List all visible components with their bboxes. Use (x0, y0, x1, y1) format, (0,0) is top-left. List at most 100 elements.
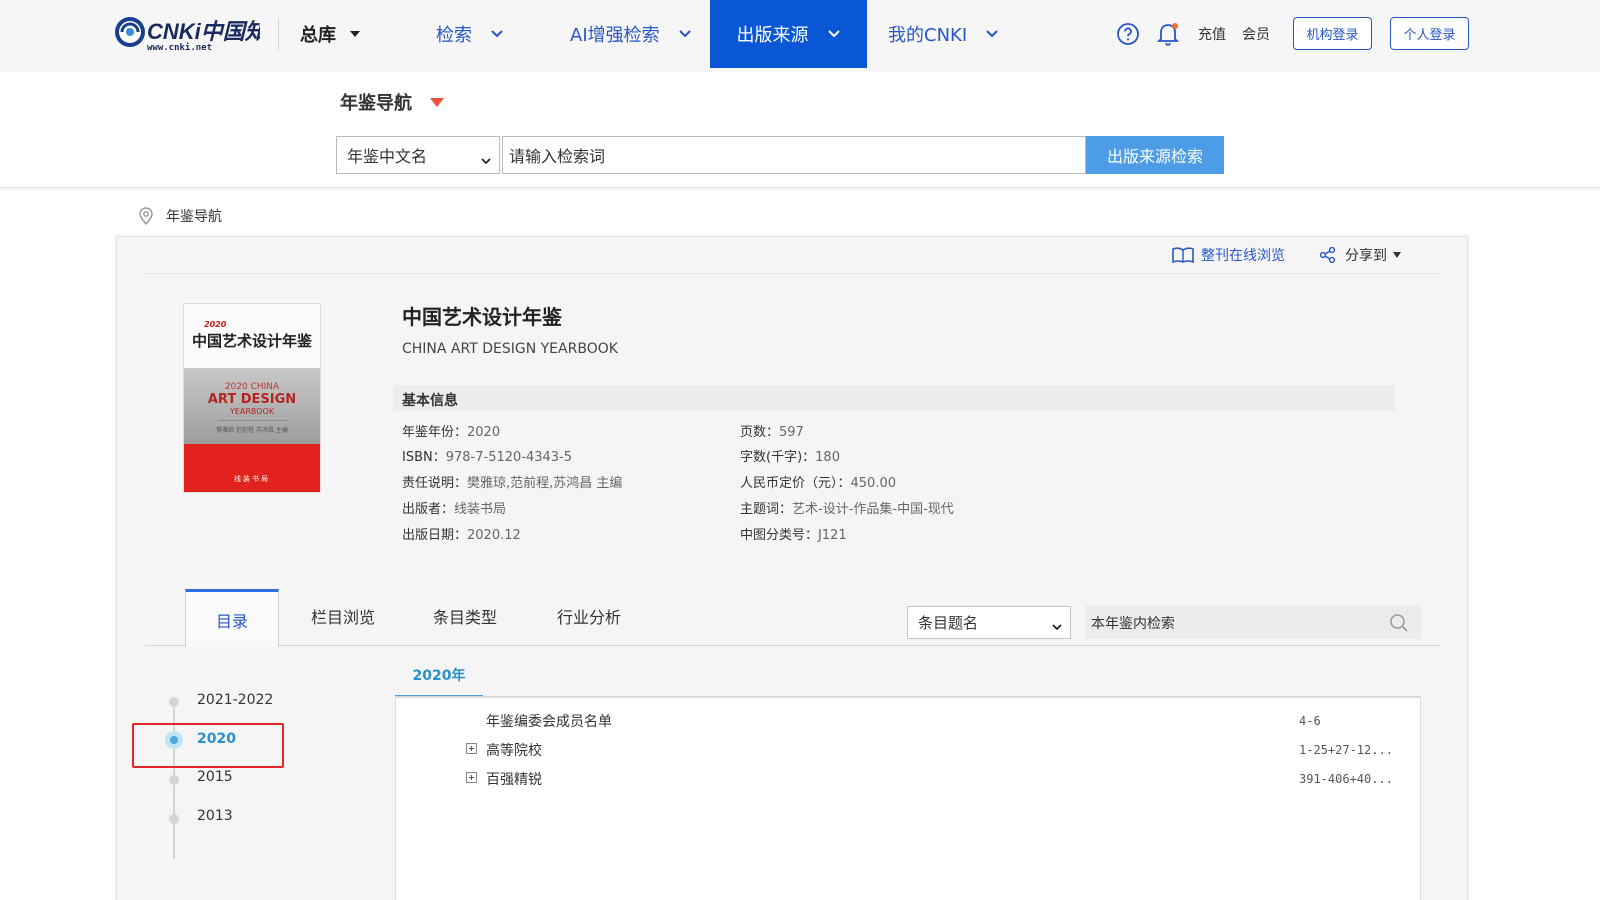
timeline-year-2013[interactable]: 2013 (197, 808, 233, 824)
chevron-down-icon (481, 151, 491, 165)
expand-plus-icon[interactable] (466, 743, 477, 754)
info-value: 180 (815, 450, 840, 465)
search-field-select[interactable]: 年鉴中文名 (336, 136, 500, 174)
tab-catalog[interactable]: 目录 (185, 589, 279, 647)
nav-search[interactable]: 检索 (436, 0, 504, 68)
timeline-dot (169, 697, 179, 707)
tab-entry-type[interactable]: 条目类型 (417, 587, 513, 645)
chevron-down-icon (490, 27, 504, 41)
tab-industry-analysis[interactable]: 行业分析 (541, 587, 637, 645)
caret-down-icon (350, 31, 360, 37)
nav-zongku[interactable]: 总库 (300, 0, 360, 68)
yearbook-nav-title: 年鉴导航 (340, 93, 412, 114)
catalog-entry[interactable]: 高等院校 (486, 740, 542, 760)
selected-year-highlight (132, 723, 284, 768)
logo-wordmark: CNKi中国知网 (147, 19, 260, 44)
cover-chinese-title: 中国艺术设计年鉴 (191, 332, 312, 350)
divider (145, 273, 1441, 274)
info-classification: 中图分类号：J121 (740, 524, 847, 543)
info-price: 人民币定价（元）：450.00 (740, 472, 896, 491)
nav-ai-search[interactable]: AI增强检索 (570, 0, 692, 68)
info-label: ISBN： (402, 450, 446, 465)
cover-publisher: 线装书局 (234, 475, 270, 483)
info-responsibility: 责任说明：樊雅琼,范前程,苏鸿昌 主编 (402, 472, 622, 491)
chevron-down-icon (985, 27, 999, 41)
nav-my-cnki-label: 我的CNKI (888, 25, 968, 46)
info-label: 字数(千字)： (740, 450, 816, 465)
info-keywords: 主题词：艺术-设计-作品集-中国-现代 (740, 498, 954, 517)
info-year: 年鉴年份：2020 (402, 421, 500, 440)
cover-english-line1: 2020 CHINA (224, 382, 280, 392)
tab-column-browse[interactable]: 栏目浏览 (295, 587, 391, 645)
caret-down-icon (1393, 252, 1401, 258)
catalog-year-tab-strip (395, 655, 1421, 697)
nav-my-cnki[interactable]: 我的CNKI (888, 0, 999, 68)
cover-english-line2: ART DESIGN (207, 392, 297, 407)
entry-field-select-value: 条目题名 (918, 614, 979, 632)
catalog-year-tab[interactable]: 2020年 (395, 655, 483, 697)
info-value: 450.00 (850, 476, 897, 491)
chevron-down-icon (1052, 618, 1062, 631)
yearbook-detail-card: 整刊在线浏览 分享到 2020 中国艺术设计年鉴 2020 CHINA ART … (116, 236, 1468, 900)
catalog-entry-pages: 1-25+27-12... (1299, 743, 1393, 757)
search-field-select-value: 年鉴中文名 (347, 147, 428, 166)
info-pages: 页数：597 (740, 421, 804, 440)
search-input[interactable]: 请输入检索词 (502, 136, 1086, 174)
cover-english-line3: YEARBOOK (229, 407, 275, 416)
search-section: 年鉴导航 年鉴中文名 请输入检索词 出版来源检索 (0, 72, 1600, 188)
info-value[interactable]: 艺术-设计-作品集-中国-现代 (792, 502, 954, 517)
tabs-divider (145, 645, 1441, 646)
entry-field-select[interactable]: 条目题名 (907, 606, 1071, 639)
cover-rule (218, 420, 288, 421)
info-label: 年鉴年份： (402, 425, 468, 440)
search-icon[interactable] (1389, 613, 1409, 633)
share-dropdown[interactable]: 分享到 (1319, 243, 1401, 267)
info-label: 中图分类号： (740, 528, 819, 543)
timeline-year-2021-2022[interactable]: 2021-2022 (197, 692, 273, 708)
membership-link[interactable]: 会员 (1242, 24, 1270, 44)
info-label: 人民币定价（元）： (740, 476, 851, 491)
expand-plus-icon[interactable] (466, 772, 477, 783)
basic-info-header-bar (393, 385, 1395, 411)
catalog-entry[interactable]: 年鉴编委会成员名单 (486, 711, 612, 731)
publication-search-button[interactable]: 出版来源检索 (1086, 136, 1224, 174)
cover-red-band (184, 444, 320, 492)
breadcrumb: 年鉴导航 (138, 204, 222, 228)
info-value[interactable]: 线装书局 (454, 502, 506, 517)
browse-online-button[interactable]: 整刊在线浏览 (1171, 243, 1285, 267)
in-yearbook-search-input[interactable]: 本年鉴内检索 (1085, 606, 1421, 639)
timeline-dot (169, 775, 179, 785)
info-publisher: 出版者：线装书局 (402, 498, 506, 517)
recharge-link[interactable]: 充值 (1198, 24, 1226, 44)
info-label: 主题词： (740, 502, 793, 517)
cnki-logo[interactable]: CNKi中国知网 www.cnki.net (114, 12, 292, 53)
yearbook-nav-dropdown[interactable]: 年鉴导航 (340, 89, 444, 115)
cover-editors: 樊雅琼 范前程 苏鸿昌 主编 (216, 427, 288, 434)
timeline-year-2015[interactable]: 2015 (197, 769, 233, 785)
chevron-down-icon (827, 27, 841, 41)
nav-publication-source[interactable]: 出版来源 (710, 0, 867, 68)
book-cover-image[interactable]: 2020 中国艺术设计年鉴 2020 CHINA ART DESIGN YEAR… (183, 303, 321, 493)
info-publish-date: 出版日期：2020.12 (402, 524, 521, 543)
personal-login-button[interactable]: 个人登录 (1390, 17, 1469, 50)
browse-online-label: 整刊在线浏览 (1201, 248, 1285, 264)
info-value: 2020 (467, 425, 501, 440)
nav-ai-search-label: AI增强检索 (570, 25, 660, 46)
nav-zongku-label: 总库 (300, 25, 336, 46)
breadcrumb-item[interactable]: 年鉴导航 (166, 206, 222, 226)
info-isbn: ISBN：978-7-5120-4343-5 (402, 446, 572, 465)
book-english-title: CHINA ART DESIGN YEARBOOK (402, 341, 618, 357)
info-value[interactable]: 樊雅琼,范前程,苏鸿昌 主编 (467, 476, 622, 491)
catalog-entry[interactable]: 百强精锐 (486, 769, 542, 789)
bell-icon[interactable] (1156, 21, 1180, 47)
info-value: 2020.12 (467, 528, 521, 543)
info-label: 出版者： (402, 502, 455, 517)
institution-login-button[interactable]: 机构登录 (1293, 17, 1372, 50)
share-icon (1319, 246, 1337, 264)
catalog-entry-pages: 391-406+40... (1299, 772, 1393, 786)
nav-publication-source-label: 出版来源 (736, 25, 809, 46)
catalog-entry-pages: 4-6 (1299, 714, 1321, 728)
info-word-count: 字数(千字)：180 (740, 446, 840, 465)
help-icon[interactable] (1116, 22, 1140, 46)
open-book-icon (1171, 246, 1195, 264)
